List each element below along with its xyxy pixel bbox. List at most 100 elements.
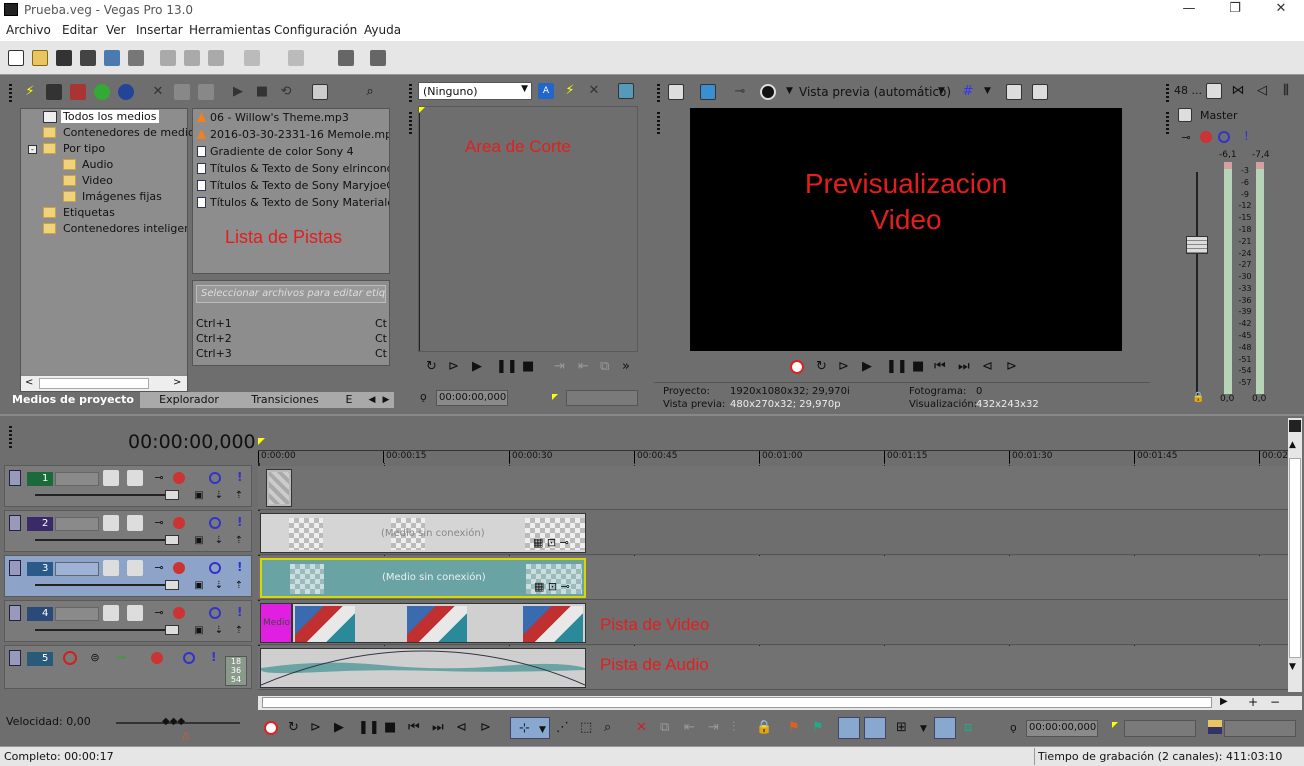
tab-left-icon[interactable]: ◀ — [366, 392, 378, 408]
go-to-start-icon[interactable]: ⏮ — [934, 360, 946, 374]
track-list-icon[interactable] — [1289, 420, 1301, 432]
track-fx-icon[interactable] — [151, 652, 163, 664]
file-item[interactable]: 06 - Willow's Theme.mp3 — [210, 111, 349, 124]
pause-icon[interactable]: ❚❚ — [886, 360, 908, 374]
record-icon[interactable] — [264, 721, 278, 735]
track-name-field[interactable] — [55, 607, 99, 621]
lock-envelopes-button[interactable] — [934, 717, 956, 739]
vscroll-thumb[interactable] — [1289, 458, 1301, 658]
bypass-fx-icon[interactable]: ⊸ — [151, 560, 167, 576]
timeline-hscrollbar[interactable]: ▶ + − — [258, 695, 1302, 710]
tree-smart-bins[interactable]: Contenedores inteligente — [63, 222, 187, 235]
menu-ayuda[interactable]: Ayuda — [364, 23, 401, 37]
preview-properties-icon[interactable] — [668, 84, 684, 100]
copy-snapshot-icon[interactable] — [1006, 84, 1022, 100]
tree-all-media[interactable]: Todos los medios — [61, 110, 159, 123]
bypass-fx-icon[interactable]: ⊸ — [151, 515, 167, 531]
media-fx-icon[interactable] — [198, 84, 214, 100]
add-end-icon[interactable]: ⇤ — [578, 360, 589, 374]
mute-icon[interactable] — [209, 517, 221, 529]
previous-frame-icon[interactable]: ⊲ — [456, 721, 467, 735]
undo-icon[interactable] — [244, 50, 260, 66]
minimize-button[interactable]: — — [1166, 0, 1212, 20]
mixer-icon[interactable]: ⫼ — [1278, 83, 1294, 99]
tree-video[interactable]: Video — [82, 174, 113, 187]
expand-icon[interactable]: ⇣ — [211, 488, 227, 504]
trim-icon[interactable]: ⧉ — [660, 721, 669, 735]
stop-media-icon[interactable]: ■ — [254, 84, 270, 100]
track-name-field[interactable] — [55, 472, 99, 486]
zoom-out-icon[interactable]: − — [1270, 695, 1280, 709]
add-to-timeline-icon[interactable]: ⇥ — [554, 360, 565, 374]
media-properties-icon[interactable] — [174, 84, 190, 100]
split-screen-icon[interactable] — [760, 84, 776, 100]
render-icon[interactable] — [104, 50, 120, 66]
mute-icon[interactable] — [209, 472, 221, 484]
track-header-5[interactable]: 5 ⊜ ⊸ ! 18 36 54 — [4, 645, 252, 689]
track-name-field[interactable] — [55, 517, 99, 531]
snapping-icon[interactable]: ⊞ — [896, 721, 907, 735]
remove-media-icon[interactable]: ✕ — [150, 84, 166, 100]
track-header-1[interactable]: 1 ⊸ ! ▣ ⇣ ⇡ — [4, 465, 252, 507]
go-to-start-icon[interactable]: ⏮ — [408, 721, 420, 735]
bypass-fx-icon[interactable]: ⊸ — [151, 470, 167, 486]
track-minimize-icon[interactable] — [9, 605, 21, 621]
solo-icon[interactable]: ! — [237, 560, 242, 574]
next-frame-icon[interactable]: ⊳ — [1006, 360, 1017, 374]
play-from-start-icon[interactable]: ⊳ — [838, 360, 849, 374]
solo-icon[interactable]: ! — [211, 650, 216, 664]
track-fx-icon[interactable] — [173, 562, 185, 574]
tree-audio[interactable]: Audio — [82, 158, 113, 171]
composite-mode-icon[interactable] — [103, 560, 119, 576]
parent-icon[interactable] — [127, 515, 143, 531]
file-item[interactable]: 2016-03-30-2331-16 Memole.mp4 — [210, 128, 389, 141]
scroll-thumb[interactable] — [39, 378, 149, 389]
timeline-ruler[interactable]: 0:00:00 00:00:15 00:00:30 00:00:45 00:01… — [258, 436, 1288, 463]
mute-icon[interactable] — [209, 607, 221, 619]
tab-transitions[interactable]: Transiciones — [238, 392, 332, 408]
tree-media-bins[interactable]: Contenedores de medios — [63, 126, 200, 139]
level-slider-handle[interactable] — [165, 625, 179, 635]
play-icon[interactable]: ▶ — [334, 721, 344, 735]
collapse-icon[interactable]: - — [28, 145, 37, 154]
clip-title[interactable] — [266, 469, 292, 507]
fx-icon[interactable]: ⊸ — [732, 84, 748, 100]
close-button[interactable]: ✕ — [1258, 0, 1304, 20]
menu-herramientas[interactable]: Herramientas — [189, 23, 271, 37]
zoom-in-icon[interactable]: + — [1248, 695, 1258, 709]
crossfade-button[interactable] — [864, 717, 886, 739]
tree-tags[interactable]: Etiquetas — [63, 206, 115, 219]
go-to-end-icon[interactable]: ⏭ — [958, 360, 970, 374]
clip-offline[interactable]: (Medio sin conexión) ▦ ⊡ ⊸ — [260, 513, 586, 553]
file-item[interactable]: Gradiente de color Sony 4 — [210, 145, 354, 158]
parent-icon[interactable] — [127, 470, 143, 486]
compositing-icon[interactable]: ⇡ — [231, 533, 247, 549]
hscroll-thumb[interactable] — [262, 697, 1212, 708]
marker-icon[interactable]: ⚑ — [788, 721, 800, 735]
next-frame-icon[interactable]: ⊳ — [480, 721, 491, 735]
record-icon[interactable] — [790, 360, 804, 374]
level-slider[interactable] — [35, 494, 175, 496]
file-item[interactable]: Títulos & Texto de Sony Materiales:pr — [210, 196, 389, 209]
zoom-tool-icon[interactable]: ⌕ — [604, 721, 611, 735]
copy-icon[interactable] — [184, 50, 200, 66]
play-from-start-icon[interactable]: ⊳ — [310, 721, 321, 735]
arm-record-icon[interactable] — [63, 651, 77, 665]
track-lane-5[interactable] — [258, 646, 1288, 690]
menu-insertar[interactable]: Insertar — [136, 23, 183, 37]
pause-icon[interactable]: ❚❚ — [496, 360, 518, 374]
clip-video[interactable] — [292, 603, 586, 643]
save-snapshot-icon[interactable] — [1032, 84, 1048, 100]
loop-icon[interactable]: ↻ — [816, 360, 827, 374]
more-icon[interactable]: » — [622, 360, 630, 374]
bypass-fx-icon[interactable]: ⊸ — [113, 650, 129, 666]
level-slider-handle[interactable] — [165, 490, 179, 500]
level-slider-handle[interactable] — [165, 580, 179, 590]
track-minimize-icon[interactable] — [9, 650, 21, 666]
menu-ver[interactable]: Ver — [106, 23, 126, 37]
track-header-3[interactable]: 3 ⊸ ! ▣ ⇣ ⇡ — [4, 555, 252, 597]
parent-icon[interactable] — [127, 560, 143, 576]
envelope-tool-icon[interactable]: ⋰ — [556, 721, 569, 735]
automation-icon[interactable]: ▣ — [191, 578, 207, 594]
track-minimize-icon[interactable] — [9, 515, 21, 531]
